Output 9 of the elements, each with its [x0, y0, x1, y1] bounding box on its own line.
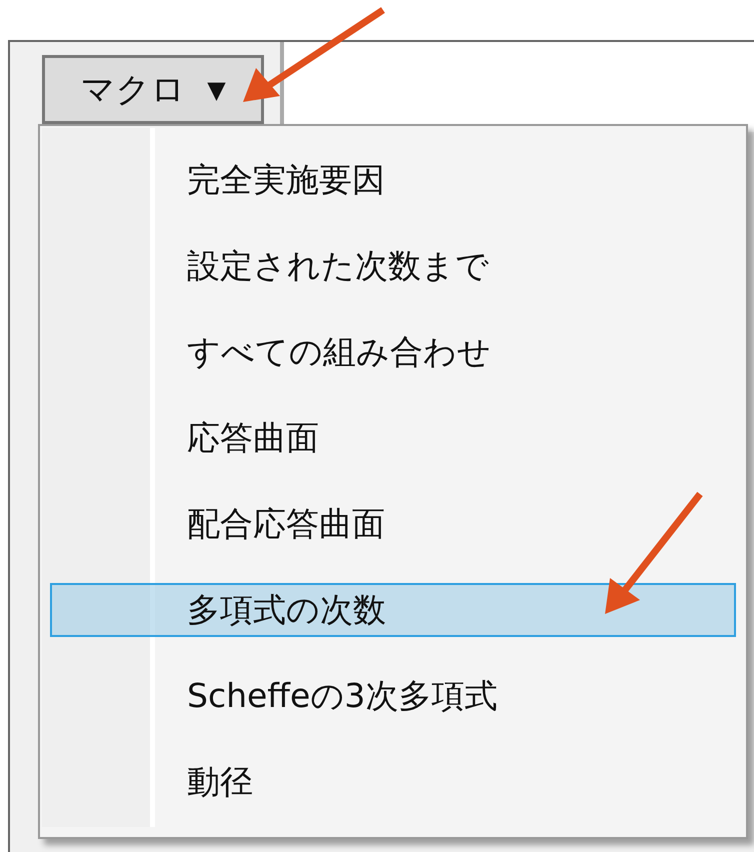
macro-dropdown-button[interactable]: マクロ ▼ [42, 55, 264, 124]
menu-item[interactable]: すべての組み合わせ [50, 325, 736, 379]
menu-item[interactable]: 設定された次数まで [50, 239, 736, 293]
menu-item[interactable]: 応答曲面 [50, 411, 736, 465]
menu-item[interactable]: 完全実施要因 [50, 153, 736, 207]
menu-item[interactable]: 配合応答曲面 [50, 497, 736, 551]
menu-item[interactable]: Scheffeの3次多項式 [50, 669, 736, 723]
menu-item[interactable]: 多項式の次数 [50, 583, 736, 637]
menu-item[interactable]: 動径 [50, 755, 736, 809]
